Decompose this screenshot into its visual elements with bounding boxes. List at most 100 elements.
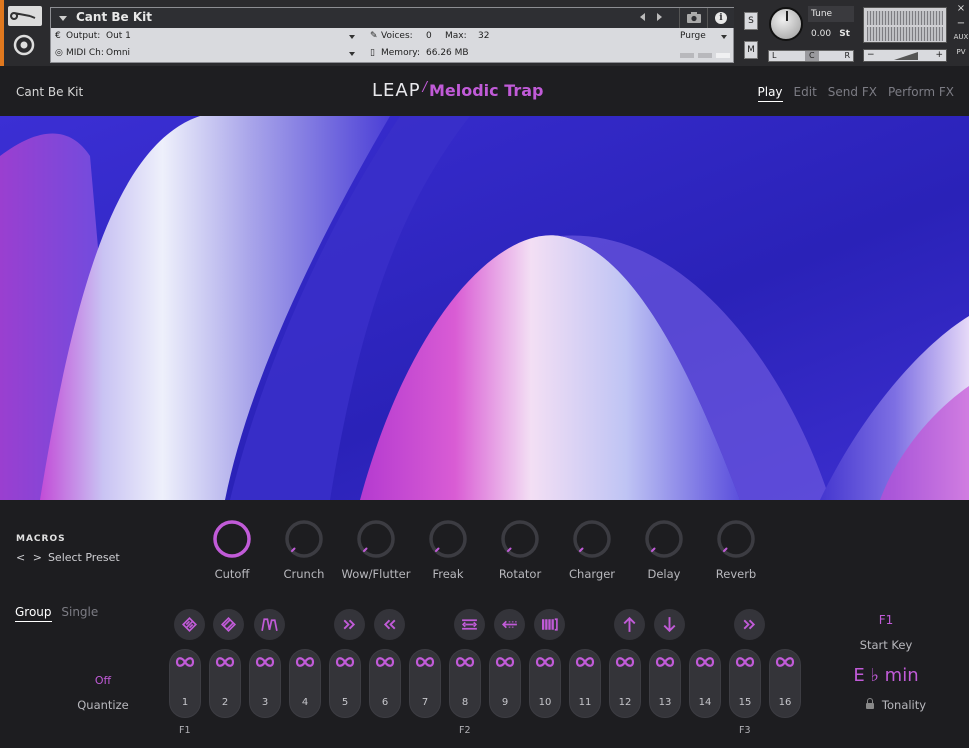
volume-slider[interactable]: − + bbox=[863, 49, 947, 62]
wrench-icon[interactable] bbox=[8, 6, 42, 26]
pad-11[interactable]: 11 bbox=[569, 649, 601, 718]
tab-edit[interactable]: Edit bbox=[794, 85, 817, 102]
macro-preset-selector[interactable]: < > Select Preset bbox=[16, 551, 120, 564]
collapse-icon[interactable] bbox=[59, 16, 67, 21]
pad-6[interactable]: 6 bbox=[369, 649, 401, 718]
pan-slider[interactable]: L C R bbox=[768, 50, 854, 62]
pad-15[interactable]: 15 bbox=[729, 649, 761, 718]
brand-product: Melodic Trap bbox=[428, 81, 544, 100]
pad-7[interactable]: 7 bbox=[409, 649, 441, 718]
macro-knob-delay[interactable] bbox=[644, 519, 684, 559]
quantize-value[interactable]: Off bbox=[0, 674, 206, 687]
filter-alt-icon[interactable] bbox=[213, 609, 244, 640]
tune-knob[interactable] bbox=[769, 7, 803, 41]
macro-knob-crunch[interactable] bbox=[284, 519, 324, 559]
pad-4[interactable]: 4 bbox=[289, 649, 321, 718]
pad-14[interactable]: 14 bbox=[689, 649, 721, 718]
midi-dropdown-icon[interactable] bbox=[349, 52, 355, 56]
rewind-icon[interactable] bbox=[374, 609, 405, 640]
group-single-tabs: Group Single bbox=[15, 605, 98, 622]
lock-icon[interactable] bbox=[865, 698, 874, 710]
max-label: Max: bbox=[445, 31, 467, 41]
pad-3[interactable]: 3 bbox=[249, 649, 281, 718]
tab-send-fx[interactable]: Send FX bbox=[828, 85, 877, 102]
pad-2[interactable]: 2 bbox=[209, 649, 241, 718]
memory-label: Memory: bbox=[381, 48, 420, 58]
snapshot-camera-icon[interactable] bbox=[679, 8, 707, 28]
purge-dropdown[interactable]: Purge bbox=[679, 30, 734, 44]
minimize-icon[interactable]: − bbox=[953, 18, 969, 29]
pad-number: 10 bbox=[538, 697, 552, 708]
macro-knob-cutoff[interactable] bbox=[212, 519, 252, 559]
kontakt-logo-icon[interactable] bbox=[12, 33, 36, 57]
prev-instrument-icon[interactable] bbox=[640, 13, 645, 21]
pad-number: 6 bbox=[381, 697, 389, 708]
pitch-down-icon[interactable] bbox=[654, 609, 685, 640]
stutter-icon[interactable] bbox=[534, 609, 565, 640]
midi-icon: ◎ bbox=[55, 48, 63, 58]
volume-ramp-icon bbox=[894, 52, 918, 60]
aux-button[interactable]: AUX bbox=[953, 33, 969, 41]
purge-label: Purge bbox=[680, 31, 706, 41]
filter-icon[interactable] bbox=[174, 609, 205, 640]
macro-knob-charger[interactable] bbox=[572, 519, 612, 559]
pv-button[interactable]: PV bbox=[953, 48, 969, 56]
output-dropdown-icon[interactable] bbox=[349, 35, 355, 39]
tab-play[interactable]: Play bbox=[757, 85, 783, 102]
mini-meter bbox=[680, 53, 694, 58]
pad-8[interactable]: 8 bbox=[449, 649, 481, 718]
controls-panel: MACROS < > Select Preset Cutoff Crunch Wow/… bbox=[0, 500, 969, 748]
macro-knob-freak[interactable] bbox=[428, 519, 468, 559]
solo-button[interactable]: S bbox=[744, 12, 758, 30]
instrument-name[interactable]: Cant Be Kit bbox=[76, 10, 152, 24]
max-voices-value[interactable]: 32 bbox=[478, 31, 489, 41]
reverse-icon[interactable] bbox=[494, 609, 525, 640]
stretch-icon[interactable] bbox=[454, 609, 485, 640]
pan-right-label: R bbox=[844, 51, 850, 60]
tab-single[interactable]: Single bbox=[61, 605, 98, 619]
mute-button[interactable]: M bbox=[744, 41, 758, 59]
tab-perform-fx[interactable]: Perform FX bbox=[888, 85, 954, 102]
key-mark-f2: F2 bbox=[459, 725, 471, 736]
info-icon[interactable]: i bbox=[707, 8, 734, 28]
output-icon: € bbox=[55, 31, 61, 41]
pad-number: 16 bbox=[778, 697, 792, 708]
meter-right bbox=[867, 27, 943, 41]
output-value[interactable]: Out 1 bbox=[106, 31, 131, 41]
purge-arrow-icon bbox=[721, 35, 727, 39]
start-key-value[interactable]: F1 bbox=[826, 613, 946, 627]
pad-16[interactable]: 16 bbox=[769, 649, 801, 718]
pad-5[interactable]: 5 bbox=[329, 649, 361, 718]
tab-group[interactable]: Group bbox=[15, 605, 52, 622]
pad-number: 8 bbox=[461, 697, 469, 708]
loop-icon bbox=[775, 657, 795, 667]
pad-10[interactable]: 10 bbox=[529, 649, 561, 718]
voices-value: 0 bbox=[426, 31, 432, 41]
macro-knob-wow-flutter[interactable] bbox=[356, 519, 396, 559]
volume-minus-label: − bbox=[867, 50, 875, 60]
loop-icon bbox=[415, 657, 435, 667]
view-tabs: Play Edit Send FX Perform FX bbox=[757, 85, 954, 102]
fast-forward-icon[interactable] bbox=[334, 609, 365, 640]
tonality-value[interactable]: E ♭ min bbox=[826, 665, 946, 686]
pad-12[interactable]: 12 bbox=[609, 649, 641, 718]
fast-forward-icon[interactable] bbox=[734, 609, 765, 640]
midi-value[interactable]: Omni bbox=[106, 48, 130, 58]
next-instrument-icon[interactable] bbox=[657, 13, 662, 21]
preset-chevrons-icon[interactable]: < > bbox=[16, 551, 44, 564]
pad-number: 13 bbox=[658, 697, 672, 708]
volume-plus-label: + bbox=[935, 50, 943, 60]
voices-label: Voices: bbox=[381, 31, 413, 41]
pad-9[interactable]: 9 bbox=[489, 649, 521, 718]
macro-knob-reverb[interactable] bbox=[716, 519, 756, 559]
instrument-panel: Cant Be Kit i € Output: Out 1 ✎ Voices: … bbox=[50, 7, 734, 63]
pad-13[interactable]: 13 bbox=[649, 649, 681, 718]
pitch-up-icon[interactable] bbox=[614, 609, 645, 640]
loop-icon bbox=[575, 657, 595, 667]
tune-value[interactable]: 0.00 St bbox=[808, 26, 854, 42]
envelope-icon[interactable] bbox=[254, 609, 285, 640]
preset-name[interactable]: Cant Be Kit bbox=[16, 85, 83, 99]
close-icon[interactable]: × bbox=[953, 3, 969, 14]
macro-knob-rotator[interactable] bbox=[500, 519, 540, 559]
pan-center-label: C bbox=[809, 51, 815, 60]
